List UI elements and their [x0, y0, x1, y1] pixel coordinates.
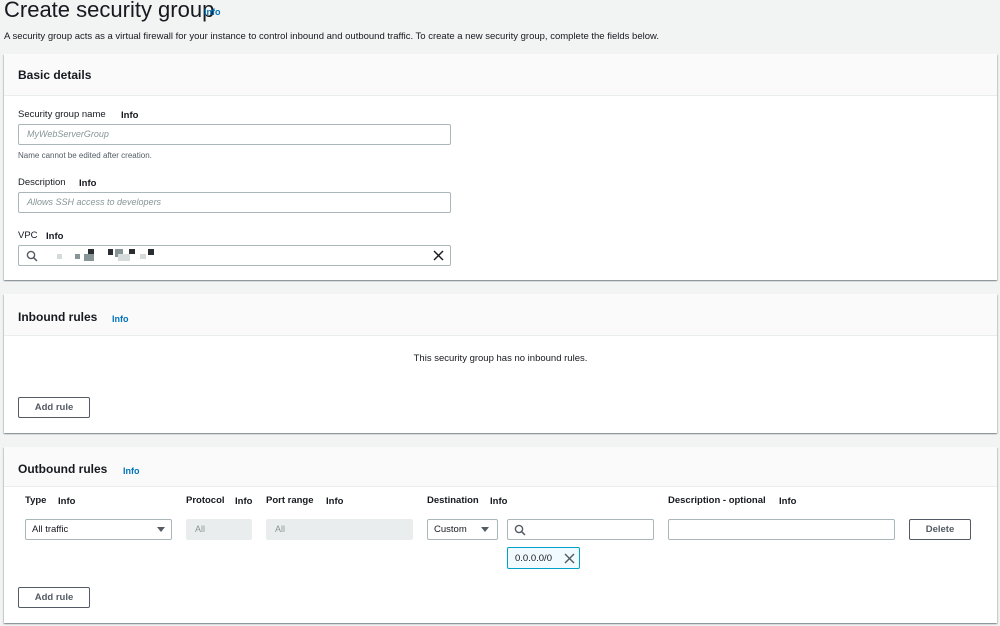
inbound-empty-message: This security group has no inbound rules…: [413, 353, 588, 364]
clear-icon[interactable]: [433, 250, 444, 261]
title-info-link[interactable]: Info: [204, 7, 221, 17]
inbound-rules-title: Inbound rules: [18, 310, 98, 324]
description-label: Description: [18, 177, 66, 188]
inbound-rules-info-link[interactable]: Info: [112, 314, 129, 324]
page-title: Create security group: [4, 0, 215, 22]
outbound-rules-panel: Outbound rules Info Type Info Protocol I…: [4, 447, 997, 623]
vpc-redacted-value: [49, 246, 199, 265]
destination-search-input[interactable]: [507, 519, 654, 540]
search-icon: [26, 250, 38, 262]
outbound-rules-header: Outbound rules Info: [4, 447, 997, 487]
column-description-info-link[interactable]: Info: [779, 496, 796, 507]
security-group-name-hint: Name cannot be edited after creation.: [18, 151, 152, 160]
column-type: Type: [25, 495, 47, 506]
inbound-rules-panel: Inbound rules Info This security group h…: [4, 294, 997, 433]
protocol-input: All: [186, 519, 252, 540]
type-select-value: All traffic: [32, 524, 69, 535]
cidr-token: 0.0.0.0/0: [507, 547, 580, 569]
basic-details-header: Basic details: [4, 54, 997, 96]
vpc-label: VPC: [18, 230, 38, 241]
caret-down-icon: [481, 527, 489, 532]
outbound-add-rule-button[interactable]: Add rule: [18, 587, 90, 608]
column-destination: Destination: [427, 495, 479, 506]
vpc-info-link[interactable]: Info: [46, 231, 63, 242]
basic-details-title: Basic details: [18, 68, 92, 82]
vpc-select-input[interactable]: [18, 245, 451, 266]
column-port-range-info-link[interactable]: Info: [326, 496, 343, 507]
port-range-input: All: [266, 519, 413, 540]
delete-rule-button[interactable]: Delete: [909, 519, 971, 540]
destination-type-select[interactable]: Custom: [427, 519, 498, 540]
description-info-link[interactable]: Info: [79, 178, 96, 189]
type-select[interactable]: All traffic: [25, 519, 172, 540]
description-input[interactable]: Allows SSH access to developers: [18, 192, 451, 213]
page-description: A security group acts as a virtual firew…: [4, 31, 659, 42]
outbound-rules-info-link[interactable]: Info: [123, 466, 140, 476]
column-protocol-info-link[interactable]: Info: [235, 496, 252, 507]
security-group-name-input[interactable]: MyWebServerGroup: [18, 124, 451, 145]
basic-details-panel: Basic details Security group name Info M…: [4, 54, 997, 280]
column-type-info-link[interactable]: Info: [58, 496, 75, 507]
column-description: Description - optional: [668, 495, 766, 506]
column-protocol: Protocol: [186, 495, 225, 506]
search-icon: [514, 524, 526, 536]
destination-type-value: Custom: [434, 524, 467, 535]
column-destination-info-link[interactable]: Info: [490, 496, 507, 507]
cidr-token-label: 0.0.0.0/0: [515, 553, 552, 564]
caret-down-icon: [157, 527, 165, 532]
security-group-name-info-link[interactable]: Info: [121, 110, 138, 121]
inbound-add-rule-button[interactable]: Add rule: [18, 397, 90, 418]
inbound-rules-header: Inbound rules Info: [4, 294, 997, 336]
security-group-name-label: Security group name: [18, 109, 106, 120]
column-port-range: Port range: [266, 495, 314, 506]
remove-token-icon[interactable]: [564, 553, 575, 564]
rule-description-input[interactable]: [668, 519, 895, 540]
outbound-rules-title: Outbound rules: [18, 462, 108, 476]
